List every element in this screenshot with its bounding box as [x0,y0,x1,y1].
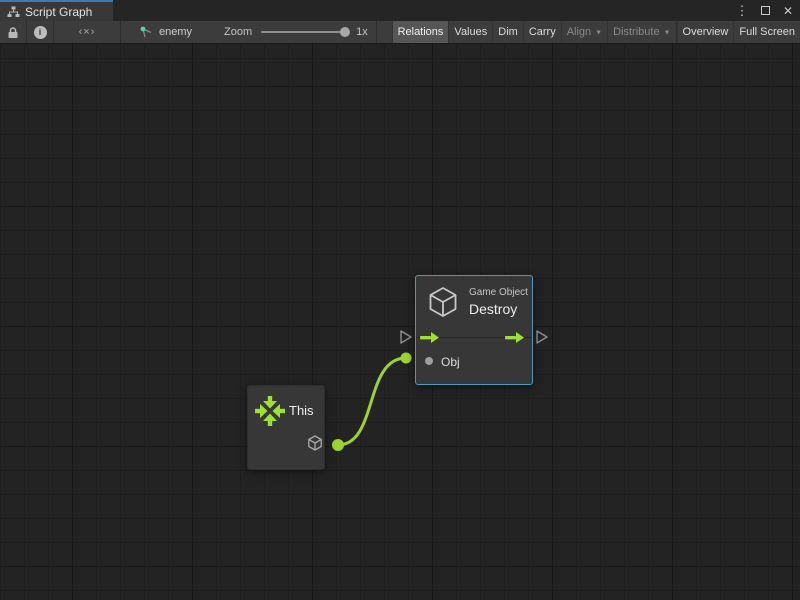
code-brackets-icon: ‹×› [79,26,96,38]
zoom-value: 1x [356,26,368,38]
zoom-slider[interactable] [261,31,347,33]
connection-this-to-destroy[interactable] [332,353,412,452]
node-category: Game Object [469,287,528,298]
overview-button[interactable]: Overview [677,21,734,44]
connection-start-dot [332,439,344,451]
values-button[interactable]: Values [448,21,492,44]
flow-out-relation-triangle [537,331,547,343]
connections-layer [0,44,800,600]
obj-port-label: Obj [441,355,460,369]
toolbar-buttons: Relations Values Dim Carry Align ▼ Distr… [392,21,800,44]
zoom-control: Zoom 1x [210,21,376,44]
lock-icon [7,26,19,39]
window-maximize-button[interactable] [758,2,772,20]
carry-button[interactable]: Carry [523,21,561,44]
info-icon: i [34,26,47,39]
maximize-icon [761,6,770,15]
tab-bar: Script Graph ⋮ ✕ [0,0,800,21]
flow-output-port[interactable] [505,332,524,343]
node-destroy[interactable]: Game Object Destroy Obj [415,275,533,385]
game-object-cube-icon [425,284,461,320]
zoom-slider-handle[interactable] [340,27,350,37]
graph-breadcrumb[interactable]: enemy [121,21,210,44]
graph-name: enemy [159,26,192,38]
dim-button[interactable]: Dim [492,21,523,44]
obj-input-port[interactable] [425,357,433,365]
node-title: This [289,403,314,418]
unity-script-graph-window: { "window": { "tab_title": "Script Graph… [0,0,800,600]
info-button[interactable]: i [27,21,53,44]
chevron-down-icon: ▼ [595,29,602,36]
graph-hierarchy-icon [7,6,20,18]
close-icon: ✕ [783,5,793,17]
game-object-output-port[interactable] [306,434,324,452]
toolbar-separator [376,21,377,44]
graph-canvas[interactable]: Game Object Destroy Obj [0,44,800,600]
script-graph-asset-icon [139,25,153,39]
node-this[interactable]: This [247,385,325,470]
tab-title: Script Graph [25,5,92,19]
zoom-label: Zoom [224,26,252,38]
full-screen-button[interactable]: Full Screen [733,21,800,44]
graph-toolbar: i ‹×› enemy Zoom 1x Relations Values Dim… [0,21,800,44]
this-converge-arrows-icon [255,396,285,426]
lock-button[interactable] [0,21,26,44]
window-close-button[interactable]: ✕ [781,2,795,20]
flow-in-relation-triangle [401,331,411,343]
kebab-menu-icon: ⋮ [736,4,749,17]
node-destroy-header: Game Object Destroy [425,284,528,320]
relations-button[interactable]: Relations [392,21,449,44]
distribute-dropdown-button[interactable]: Distribute ▼ [607,21,675,44]
connection-end-dot [401,353,412,364]
window-controls: ⋮ ✕ [735,0,795,21]
chevron-down-icon: ▼ [664,29,671,36]
align-dropdown-button[interactable]: Align ▼ [561,21,607,44]
window-menu-button[interactable]: ⋮ [735,2,749,20]
value-preview-button[interactable]: ‹×› [54,21,120,44]
node-title: Destroy [469,301,528,317]
flow-input-port[interactable] [420,332,439,343]
tab-script-graph[interactable]: Script Graph [0,0,113,21]
